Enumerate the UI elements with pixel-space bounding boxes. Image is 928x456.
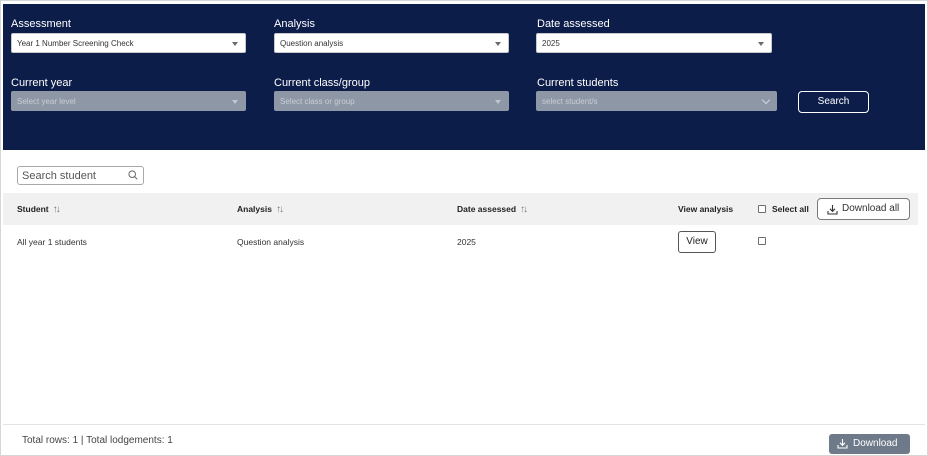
download-all-label: Download all xyxy=(842,203,900,214)
current-class-placeholder: Select class or group xyxy=(280,97,355,106)
search-student-box[interactable] xyxy=(17,166,144,185)
download-icon xyxy=(837,439,848,449)
cell-date-assessed: 2025 xyxy=(457,237,476,247)
column-header-analysis-label: Analysis xyxy=(237,204,272,214)
chevron-down-icon xyxy=(232,42,238,46)
analysis-select[interactable]: Question analysis xyxy=(274,33,509,53)
column-header-analysis[interactable]: Analysis ↑↓ xyxy=(237,193,284,226)
select-all-checkbox[interactable] xyxy=(758,205,766,213)
cell-student: All year 1 students xyxy=(17,237,87,247)
date-assessed-label: Date assessed xyxy=(537,18,610,30)
search-button[interactable]: Search xyxy=(798,91,869,113)
analysis-label: Analysis xyxy=(274,18,315,30)
download-button[interactable]: Download xyxy=(829,434,910,454)
search-icon[interactable] xyxy=(128,170,138,180)
chevron-down-icon xyxy=(495,42,501,46)
assessment-select[interactable]: Year 1 Number Screening Check xyxy=(11,33,246,53)
download-label: Download xyxy=(853,438,898,449)
column-header-view-analysis: View analysis xyxy=(678,204,734,214)
date-assessed-select[interactable]: 2025 xyxy=(536,33,772,53)
select-all-label: Select all xyxy=(772,204,809,214)
analysis-value: Question analysis xyxy=(280,39,344,48)
assessment-label: Assessment xyxy=(11,18,71,30)
sort-icon[interactable]: ↑↓ xyxy=(276,194,284,226)
search-student-input[interactable] xyxy=(22,168,122,183)
current-year-placeholder: Select year level xyxy=(17,97,76,106)
current-students-placeholder: select student/s xyxy=(542,97,598,106)
footer-divider xyxy=(3,424,925,425)
row-checkbox[interactable] xyxy=(758,237,766,245)
current-year-select[interactable]: Select year level xyxy=(11,91,246,111)
chevron-down-icon xyxy=(761,95,771,105)
sort-icon[interactable]: ↑↓ xyxy=(53,194,61,226)
column-header-student-label: Student xyxy=(17,204,49,214)
column-header-date-assessed[interactable]: Date assessed ↑↓ xyxy=(457,193,528,226)
cell-analysis: Question analysis xyxy=(237,237,305,247)
chevron-down-icon xyxy=(232,100,238,104)
totals-text: Total rows: 1 | Total lodgements: 1 xyxy=(22,435,173,446)
sort-icon[interactable]: ↑↓ xyxy=(520,194,528,226)
current-class-select[interactable]: Select class or group xyxy=(274,91,509,111)
column-header-student[interactable]: Student ↑↓ xyxy=(17,193,61,226)
assessment-value: Year 1 Number Screening Check xyxy=(17,39,134,48)
current-students-label: Current students xyxy=(537,77,619,89)
download-icon xyxy=(827,205,838,215)
column-header-date-assessed-label: Date assessed xyxy=(457,204,517,214)
download-all-button[interactable]: Download all xyxy=(817,198,910,220)
date-assessed-value: 2025 xyxy=(542,39,560,48)
current-students-select[interactable]: select student/s xyxy=(536,91,777,111)
filter-panel xyxy=(3,4,925,150)
chevron-down-icon xyxy=(495,100,501,104)
current-year-label: Current year xyxy=(11,77,73,89)
current-class-label: Current class/group xyxy=(274,77,370,89)
view-button[interactable]: View xyxy=(678,231,716,253)
chevron-down-icon xyxy=(758,42,764,46)
